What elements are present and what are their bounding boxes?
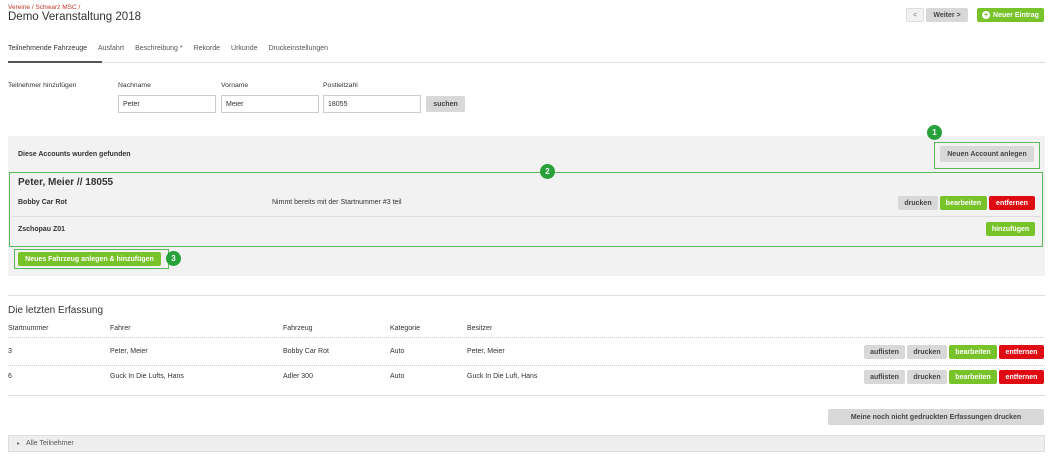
- active-tab-indicator: [8, 61, 102, 63]
- remove-button[interactable]: entfernen: [999, 345, 1044, 359]
- new-account-button[interactable]: Neuen Account anlegen: [940, 146, 1034, 162]
- zip-label: Postleitzahl: [323, 82, 358, 89]
- col-category: Kategorie: [390, 325, 420, 332]
- remove-button[interactable]: entfernen: [999, 370, 1044, 384]
- edit-vehicle-button[interactable]: bearbeiten: [940, 196, 987, 210]
- row2-vehicle: Adler 300: [283, 373, 313, 380]
- row2-category: Auto: [390, 373, 405, 380]
- badge-3: 3: [166, 251, 181, 266]
- badge-1: 1: [927, 125, 942, 140]
- row1-category: Auto: [390, 348, 405, 355]
- vehicle-name: Bobby Car Rot: [18, 199, 67, 206]
- page-title: Demo Veranstaltung 2018: [8, 11, 141, 23]
- new-vehicle-button[interactable]: Neues Fahrzeug anlegen & hinzufügen: [18, 252, 161, 266]
- list-button[interactable]: auflisten: [864, 370, 905, 384]
- next-button[interactable]: Weiter >: [926, 8, 968, 22]
- highlight-found-person: [9, 172, 1043, 247]
- vehicle-note: Nimmt bereits mit der Startnummer #3 tei…: [272, 199, 402, 206]
- found-person-name: Peter, Meier // 18055: [18, 177, 114, 188]
- remove-vehicle-button[interactable]: entfernen: [989, 196, 1035, 210]
- col-driver: Fahrer: [110, 325, 131, 332]
- list-button[interactable]: auflisten: [864, 345, 905, 359]
- tab-description[interactable]: Beschreibung *: [135, 45, 182, 56]
- search-button[interactable]: suchen: [426, 96, 465, 112]
- row2-start: 6: [8, 373, 12, 380]
- table-bottom-divider: [8, 395, 1045, 396]
- prev-button[interactable]: <: [906, 8, 924, 22]
- recent-title: Die letzten Erfassung: [8, 305, 104, 316]
- breadcrumb[interactable]: Vereine / Schwarz MSC /: [8, 4, 80, 11]
- found-accounts-heading: Diese Accounts wurden gefunden: [18, 151, 131, 158]
- tab-ride[interactable]: Ausfahrt: [98, 45, 124, 56]
- add-vehicle-button[interactable]: hinzufügen: [986, 222, 1035, 236]
- add-participant-label: Teilnehmer hinzufügen: [8, 82, 77, 89]
- row2-driver: Guck In Die Lufts, Hans: [110, 373, 184, 380]
- row1-start: 3: [8, 348, 12, 355]
- row1-owner: Peter, Meier: [467, 348, 505, 355]
- tab-bar: Teilnehmende Fahrzeuge Ausfahrt Beschrei…: [8, 45, 328, 56]
- new-entry-button[interactable]: + Neuer Eintrag: [977, 8, 1044, 22]
- header-divider: [8, 337, 1045, 338]
- row2-owner: Guck In Die Luft, Hans: [467, 373, 538, 380]
- print-pending-button[interactable]: Meine noch nicht gedruckten Erfassungen …: [828, 409, 1044, 425]
- vehicle-divider: [12, 216, 1041, 217]
- lastname-label: Nachname: [118, 82, 151, 89]
- accordion-label: Alle Teilnehmer: [26, 440, 74, 447]
- print-vehicle-button[interactable]: drucken: [898, 196, 938, 210]
- tab-divider: [8, 62, 1045, 63]
- badge-2: 2: [540, 164, 555, 179]
- edit-button[interactable]: bearbeiten: [949, 345, 997, 359]
- all-participants-accordion[interactable]: ▸ Alle Teilnehmer: [8, 435, 1045, 452]
- tab-participating-vehicles[interactable]: Teilnehmende Fahrzeuge: [8, 45, 87, 56]
- lastname-input[interactable]: [118, 95, 216, 113]
- print-button[interactable]: drucken: [907, 345, 947, 359]
- plus-icon: +: [982, 11, 991, 19]
- tab-records[interactable]: Rekorde: [194, 45, 220, 56]
- vehicle-name: Zschopau Z01: [18, 226, 66, 233]
- tab-print-settings[interactable]: Druckeinstellungen: [269, 45, 329, 56]
- chevron-right-icon: ▸: [17, 441, 21, 447]
- row-divider: [8, 365, 1045, 366]
- section-divider: [8, 295, 1045, 296]
- new-entry-label: Neuer Eintrag: [993, 11, 1039, 19]
- col-vehicle: Fahrzeug: [283, 325, 313, 332]
- zip-input[interactable]: [323, 95, 421, 113]
- row1-driver: Peter, Meier: [110, 348, 148, 355]
- edit-button[interactable]: bearbeiten: [949, 370, 997, 384]
- col-owner: Besitzer: [467, 325, 493, 332]
- row1-vehicle: Bobby Car Rot: [283, 348, 329, 355]
- firstname-input[interactable]: [221, 95, 319, 113]
- col-start-number: Startnummer: [8, 325, 49, 332]
- print-button[interactable]: drucken: [907, 370, 947, 384]
- tab-certificate[interactable]: Urkunde: [231, 45, 257, 56]
- firstname-label: Vorname: [221, 82, 249, 89]
